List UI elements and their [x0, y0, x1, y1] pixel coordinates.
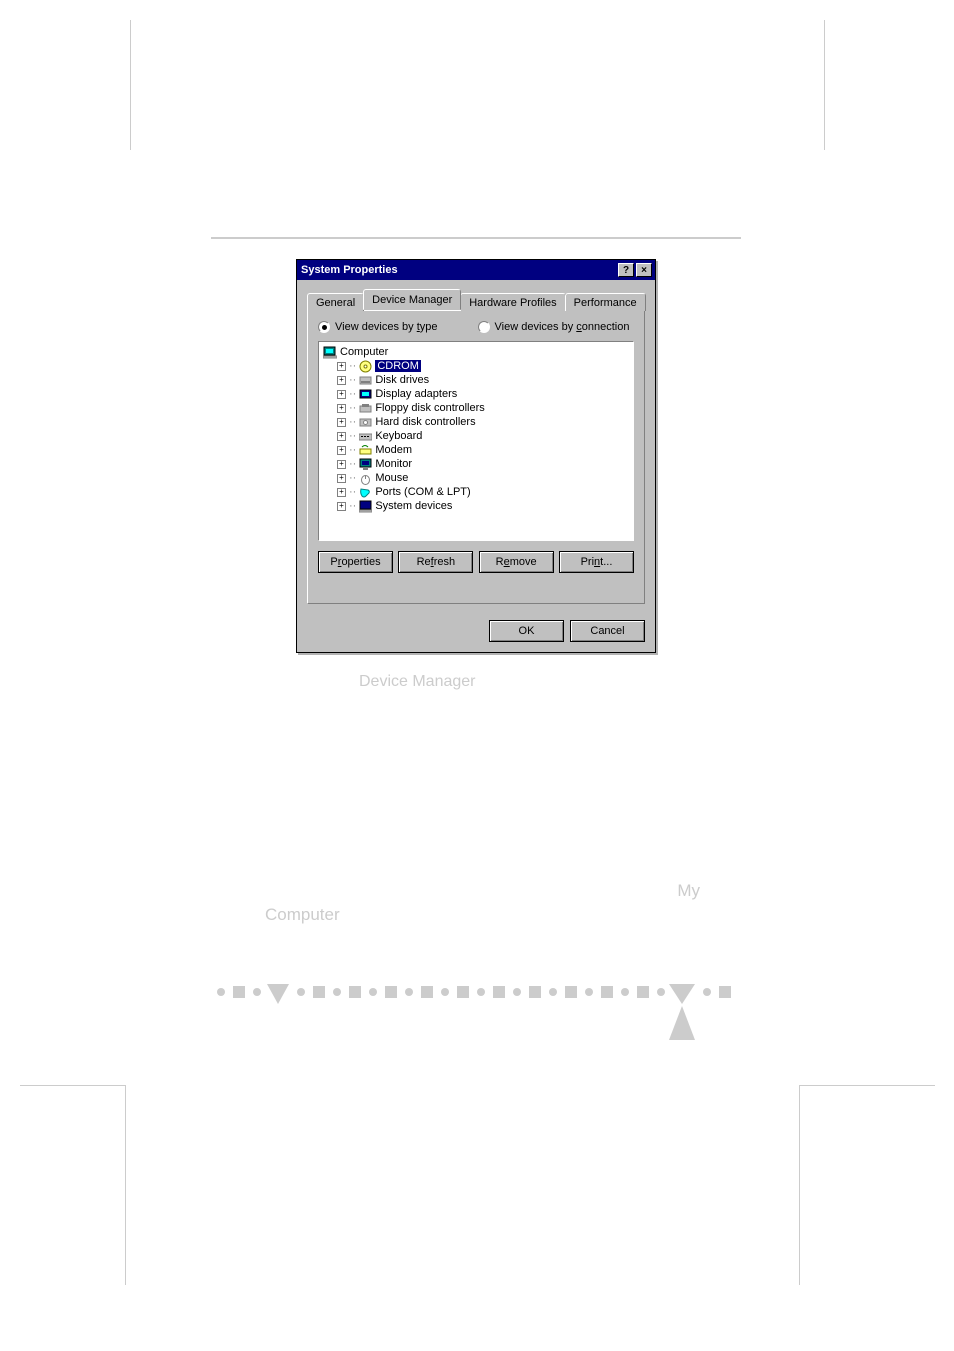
refresh-button[interactable]: Refresh — [398, 551, 473, 573]
radio-icon — [478, 321, 490, 333]
tree-item-monitor[interactable]: + ·· Monitor — [323, 457, 629, 471]
expand-icon[interactable]: + — [337, 502, 346, 511]
tree-item-label: Mouse — [375, 472, 408, 484]
dialog-footer: OK Cancel — [297, 614, 655, 652]
tree-item-label: Ports (COM & LPT) — [375, 486, 470, 498]
expand-icon[interactable]: + — [337, 376, 346, 385]
horizontal-rule — [211, 237, 741, 239]
view-mode-radios: View devices by type View devices by con… — [318, 321, 634, 333]
tree-item-label: Hard disk controllers — [375, 416, 475, 428]
tab-performance[interactable]: Performance — [565, 293, 646, 311]
properties-button[interactable]: Properties — [318, 551, 393, 573]
tree-item-label: CDROM — [375, 360, 421, 372]
tree-item-label: Monitor — [375, 458, 412, 470]
radio-view-by-connection[interactable]: View devices by connection — [478, 321, 630, 333]
tree-item-label: Modem — [375, 444, 412, 456]
expand-icon[interactable]: + — [337, 432, 346, 441]
tree-item-label: Floppy disk controllers — [375, 402, 484, 414]
tree-item-modem[interactable]: + ·· Modem — [323, 443, 629, 457]
tab-panel: View devices by type View devices by con… — [307, 310, 645, 604]
tabstrip: General Device Manager Hardware Profiles… — [307, 288, 645, 310]
mouse-icon — [358, 472, 372, 485]
cd-icon — [358, 360, 372, 373]
tree-item-label: Display adapters — [375, 388, 457, 400]
tree-item-system-devices[interactable]: + ·· System devices — [323, 499, 629, 513]
tree-item-label: Disk drives — [375, 374, 429, 386]
tree-root[interactable]: Computer — [323, 345, 629, 359]
expand-icon[interactable]: + — [337, 488, 346, 497]
help-button[interactable]: ? — [618, 263, 634, 277]
tab-hardware-profiles[interactable]: Hardware Profiles — [460, 293, 565, 311]
page-frame-top — [130, 20, 825, 150]
dialog-body: General Device Manager Hardware Profiles… — [297, 280, 655, 614]
tab-device-manager[interactable]: Device Manager — [363, 289, 461, 310]
modem-icon — [358, 444, 372, 457]
action-buttons: Properties Refresh Remove Print... — [318, 551, 634, 573]
close-button[interactable]: × — [636, 263, 652, 277]
dialog-title: System Properties — [301, 264, 616, 276]
body-text: My Computer — [265, 879, 700, 927]
print-button[interactable]: Print... — [559, 551, 634, 573]
page-frame-bottom — [20, 1085, 935, 1215]
expand-icon[interactable]: + — [337, 460, 346, 469]
tree-root-label: Computer — [340, 346, 388, 358]
text-computer: Computer — [265, 905, 340, 924]
expand-icon[interactable]: + — [337, 446, 346, 455]
decorative-separator — [211, 978, 746, 1048]
radio-view-by-type[interactable]: View devices by type — [318, 321, 438, 333]
disk-icon — [358, 374, 372, 387]
tree-item-disk-drives[interactable]: + ·· Disk drives — [323, 373, 629, 387]
ports-icon — [358, 486, 372, 499]
tree-item-keyboard[interactable]: + ·· Keyboard — [323, 429, 629, 443]
expand-icon[interactable]: + — [337, 474, 346, 483]
system-icon — [358, 500, 372, 513]
expand-icon[interactable]: + — [337, 404, 346, 413]
keyboard-icon — [358, 430, 372, 443]
figure-caption: Device Manager — [359, 673, 476, 691]
cancel-button[interactable]: Cancel — [570, 620, 645, 642]
tree-item-label: Keyboard — [375, 430, 422, 442]
text-my: My — [677, 881, 700, 900]
tree-item-label: System devices — [375, 500, 452, 512]
device-tree[interactable]: Computer + ·· CDROM + ·· — [318, 341, 634, 541]
computer-icon — [323, 346, 337, 359]
floppy-ctl-icon — [358, 402, 372, 415]
titlebar[interactable]: System Properties ? × — [297, 260, 655, 280]
tree-item-floppy-controllers[interactable]: + ·· Floppy disk controllers — [323, 401, 629, 415]
expand-icon[interactable]: + — [337, 362, 346, 371]
hdd-ctl-icon — [358, 416, 372, 429]
tab-general[interactable]: General — [307, 293, 364, 311]
radio-icon — [318, 321, 330, 333]
tree-item-hdd-controllers[interactable]: + ·· Hard disk controllers — [323, 415, 629, 429]
remove-button[interactable]: Remove — [479, 551, 554, 573]
tree-item-ports[interactable]: + ·· Ports (COM & LPT) — [323, 485, 629, 499]
expand-icon[interactable]: + — [337, 418, 346, 427]
ok-button[interactable]: OK — [489, 620, 564, 642]
tree-item-display-adapters[interactable]: + ·· Display adapters — [323, 387, 629, 401]
expand-icon[interactable]: + — [337, 390, 346, 399]
tree-item-cdrom[interactable]: + ·· CDROM — [323, 359, 629, 373]
display-icon — [358, 388, 372, 401]
system-properties-dialog: System Properties ? × General Device Man… — [296, 259, 656, 653]
monitor-icon — [358, 458, 372, 471]
tree-item-mouse[interactable]: + ·· Mouse — [323, 471, 629, 485]
